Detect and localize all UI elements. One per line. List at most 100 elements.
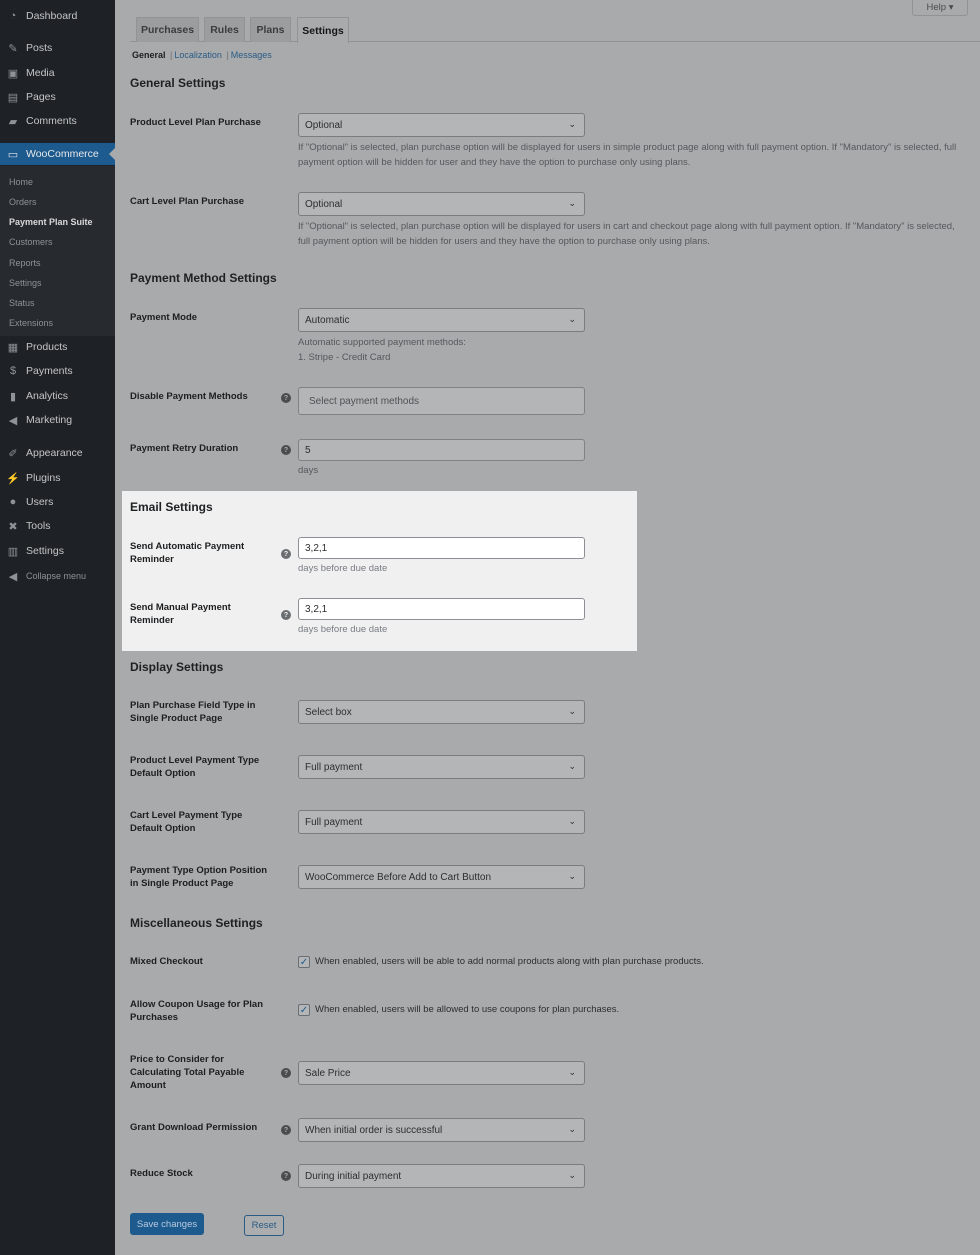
tab-rules[interactable]: Rules [204,17,245,42]
submenu-settings[interactable]: Settings [9,278,42,288]
reduce-stock-select[interactable]: During initial payment ⌄ [298,1164,585,1188]
select-value: When initial order is successful [305,1124,443,1136]
menu-pages[interactable]: ▤ Pages [0,86,115,108]
help-tip-icon[interactable]: ? [281,1068,291,1078]
field-label: Send Automatic Payment Reminder [130,541,245,565]
field-label: Price to Consider for Calculating Total … [130,1054,245,1091]
menu-products[interactable]: ▦ Products [0,336,115,358]
subsection-nav: General | Localization | Messages [132,50,272,60]
menu-label: WooCommerce [26,148,99,160]
chevron-down-icon: ⌄ [568,706,576,716]
submenu-payment-plan-suite[interactable]: Payment Plan Suite [9,217,93,227]
menu-payments[interactable]: $ Payments [0,360,115,382]
field-label: Mixed Checkout [130,956,203,967]
submenu-home[interactable]: Home [9,177,33,187]
chevron-down-icon: ⌄ [568,761,576,771]
dashboard-icon: ◔ [9,10,17,22]
menu-users[interactable]: ● Users [0,491,115,513]
subnav-localization[interactable]: Localization [174,50,222,60]
menu-tools[interactable]: ✖ Tools [0,515,115,537]
automatic-reminder-input[interactable]: 3,2,1 [298,537,585,559]
chevron-down-icon: ⌄ [568,1170,576,1180]
manual-reminder-input[interactable]: 3,2,1 [298,598,585,620]
save-changes-button[interactable]: Save changes [130,1213,204,1235]
woo-icon: ▭ [7,148,19,161]
price-select[interactable]: Sale Price ⌄ [298,1061,585,1085]
settings-icon: ▥ [7,545,19,558]
chevron-down-icon: ⌄ [568,871,576,881]
product-default-select[interactable]: Full payment ⌄ [298,755,585,779]
email-settings-highlight: Email Settings Send Automatic Payment Re… [122,491,637,651]
submenu-extensions[interactable]: Extensions [9,318,53,328]
payment-retry-duration-input[interactable]: 5 [298,439,585,461]
menu-label: Tools [26,520,51,532]
disable-payment-methods-multiselect[interactable]: Select payment methods [298,387,585,415]
menu-label: Settings [26,545,64,557]
option-position-select[interactable]: WooCommerce Before Add to Cart Button ⌄ [298,865,585,889]
payment-mode-select[interactable]: Automatic ⌄ [298,308,585,332]
checkbox-text: When enabled, users will be able to add … [315,956,704,967]
select-value: Optional [305,198,343,210]
subnav-messages[interactable]: Messages [231,50,272,60]
submenu-status[interactable]: Status [9,298,35,308]
menu-analytics[interactable]: ▮ Analytics [0,385,115,407]
product-level-plan-purchase-select[interactable]: Optional ⌄ [298,113,585,137]
chevron-down-icon: ⌄ [568,1067,576,1077]
menu-settings[interactable]: ▥ Settings [0,540,115,562]
cart-level-plan-purchase-select[interactable]: Optional ⌄ [298,192,585,216]
menu-appearance[interactable]: ✐ Appearance [0,442,115,464]
analytics-icon: ▮ [9,390,17,403]
menu-posts[interactable]: ✎ Posts [0,37,115,59]
tab-settings[interactable]: Settings [297,17,349,43]
select-value: Full payment [305,816,363,828]
field-label: Cart Level Payment Type Default Option [130,810,243,834]
field-label: Product Level Plan Purchase [130,117,261,128]
submenu-customers[interactable]: Customers [9,237,53,247]
help-tip-icon[interactable]: ? [281,1171,291,1181]
help-tip-icon[interactable]: ? [281,610,291,620]
field-description: If "Optional" is selected, plan purchase… [298,221,955,247]
help-tip-icon[interactable]: ? [281,1125,291,1135]
section-heading-payment: Payment Method Settings [130,271,277,285]
menu-marketing[interactable]: ◀ Marketing [0,409,115,431]
field-label: Payment Retry Duration [130,443,239,454]
reset-button[interactable]: Reset [244,1215,284,1236]
help-tip-icon[interactable]: ? [281,393,291,403]
field-label: Cart Level Plan Purchase [130,196,245,207]
field-type-select[interactable]: Select box ⌄ [298,700,585,724]
tab-plans[interactable]: Plans [250,17,291,42]
menu-label: Posts [26,42,53,54]
help-tip-icon[interactable]: ? [281,549,291,559]
menu-comments[interactable]: ▰ Comments [0,110,115,132]
select-value: Select box [305,706,352,718]
collapse-menu[interactable]: ◀ Collapse menu [0,565,115,587]
pages-icon: ▤ [7,91,19,104]
wrench-icon: ✖ [8,520,18,533]
menu-plugins[interactable]: ⚡ Plugins [0,467,115,489]
cart-default-select[interactable]: Full payment ⌄ [298,810,585,834]
menu-dashboard[interactable]: ◔ Dashboard [0,5,115,27]
submenu-orders[interactable]: Orders [9,197,37,207]
chevron-down-icon: ⌄ [568,816,576,826]
field-description: days before due date [298,563,388,574]
mixed-checkout-checkbox[interactable]: ✓ [298,956,310,968]
menu-label: Collapse menu [26,571,87,581]
submenu-reports[interactable]: Reports [9,258,41,268]
admin-sidebar: ◔ Dashboard ✎ Posts ▣ Media ▤ Pages ▰ Comment… [0,0,115,1255]
help-button[interactable]: Help ▾ [912,0,968,16]
field-description: If "Optional" is selected, plan purchase… [298,142,957,168]
tab-purchases[interactable]: Purchases [136,17,199,42]
select-value: WooCommerce Before Add to Cart Button [305,871,492,883]
collapse-icon: ◀ [8,570,18,583]
subnav-general[interactable]: General [132,50,166,60]
menu-label: Users [26,496,54,508]
help-tip-icon[interactable]: ? [281,445,291,455]
section-heading-misc: Miscellaneous Settings [130,916,263,930]
menu-media[interactable]: ▣ Media [0,62,115,84]
menu-label: Comments [26,115,77,127]
user-icon: ● [9,496,17,508]
download-permission-select[interactable]: When initial order is successful ⌄ [298,1118,585,1142]
menu-woocommerce[interactable]: ▭ WooCommerce [0,143,115,165]
section-heading-email: Email Settings [130,500,213,514]
coupon-usage-checkbox[interactable]: ✓ [298,1004,310,1016]
